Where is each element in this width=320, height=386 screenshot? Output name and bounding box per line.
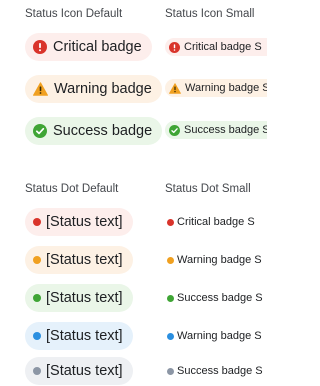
warning-triangle-icon — [33, 82, 48, 96]
section-title-dot-default: Status Dot Default — [25, 183, 119, 195]
badge-label: [Status text] — [46, 252, 123, 268]
badge-label: [Status text] — [46, 328, 123, 344]
check-circle-icon — [33, 124, 47, 138]
badge-label: [Status text] — [46, 363, 123, 379]
check-circle-icon — [169, 124, 180, 136]
warning-badge: Warning badge — [25, 75, 162, 103]
status-dot-badge: [Status text] — [25, 284, 133, 312]
info-dot-icon — [33, 332, 41, 340]
exclamation-circle-icon — [169, 41, 180, 53]
badge-label: Success badge S — [177, 365, 263, 377]
badge-label: Success badge — [53, 123, 153, 139]
warning-dot-icon — [167, 256, 174, 264]
badge-label: Warning badge S — [185, 82, 267, 94]
warning-triangle-icon — [169, 82, 181, 94]
warning-dot-icon — [33, 256, 41, 264]
badge-label: [Status text] — [46, 290, 123, 306]
critical-dot-icon — [33, 218, 41, 226]
status-dot-badge-small: Warning badge S — [165, 251, 267, 269]
critical-badge: Critical badge — [25, 33, 152, 61]
success-dot-icon — [33, 294, 41, 302]
success-badge-small: Success badge S — [165, 121, 267, 139]
badge-label: Warning badge S — [177, 254, 262, 266]
exclamation-circle-icon — [33, 40, 47, 54]
critical-badge-small: Critical badge S — [165, 38, 267, 56]
badge-label: Success badge S — [177, 292, 263, 304]
critical-dot-icon — [167, 218, 174, 226]
success-dot-icon — [167, 294, 174, 302]
badge-label: Critical badge S — [177, 216, 255, 228]
status-dot-badge-small: Warning badge S — [165, 327, 267, 345]
neutral-dot-icon — [167, 367, 174, 375]
status-dot-badge: [Status text] — [25, 357, 133, 385]
badge-label: Warning badge — [54, 81, 152, 97]
badge-label: Success badge S — [184, 124, 267, 136]
neutral-dot-icon — [33, 367, 41, 375]
warning-badge-small: Warning badge S — [165, 79, 267, 97]
section-title-icon-small: Status Icon Small — [165, 8, 255, 20]
badge-label: [Status text] — [46, 214, 123, 230]
success-badge: Success badge — [25, 117, 163, 145]
status-dot-badge: [Status text] — [25, 208, 133, 236]
status-dot-badge-small: Critical badge S — [165, 213, 267, 231]
status-dot-badge-small: Success badge S — [165, 289, 267, 307]
badge-label: Critical badge S — [184, 41, 262, 53]
section-title-icon-default: Status Icon Default — [25, 8, 123, 20]
status-badge-showcase: Status Icon Default Status Icon Small St… — [0, 0, 267, 386]
section-title-dot-small: Status Dot Small — [165, 183, 251, 195]
info-dot-icon — [167, 332, 174, 340]
badge-label: Critical badge — [53, 39, 142, 55]
status-dot-badge-small: Success badge S — [165, 362, 267, 380]
status-dot-badge: [Status text] — [25, 322, 133, 350]
badge-label: Warning badge S — [177, 330, 262, 342]
status-dot-badge: [Status text] — [25, 246, 133, 274]
